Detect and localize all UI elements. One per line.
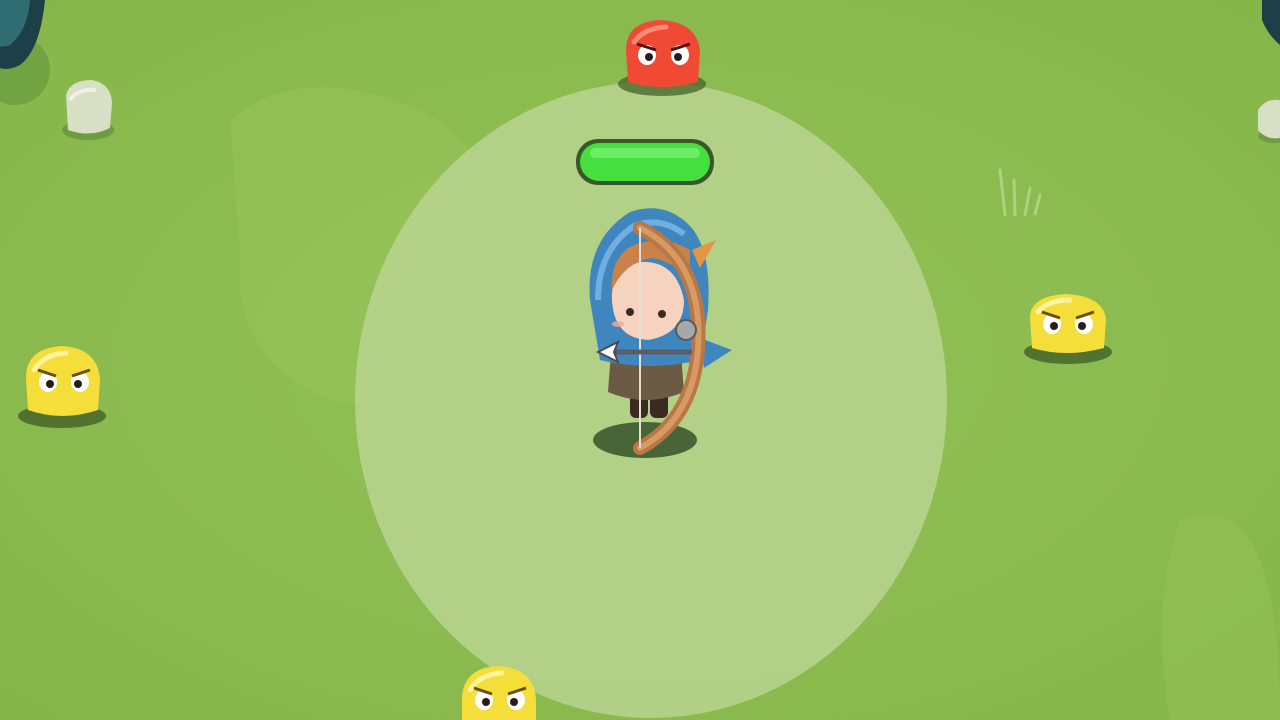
player-health-bar	[576, 139, 714, 185]
tree-top-left	[0, 0, 50, 105]
battlefield	[0, 0, 1280, 720]
game-scene[interactable]	[0, 0, 1280, 720]
rock-top-left	[62, 80, 114, 140]
rock-right-edge	[1258, 99, 1280, 143]
yellow-slime-enemy-right[interactable]	[1024, 294, 1112, 364]
